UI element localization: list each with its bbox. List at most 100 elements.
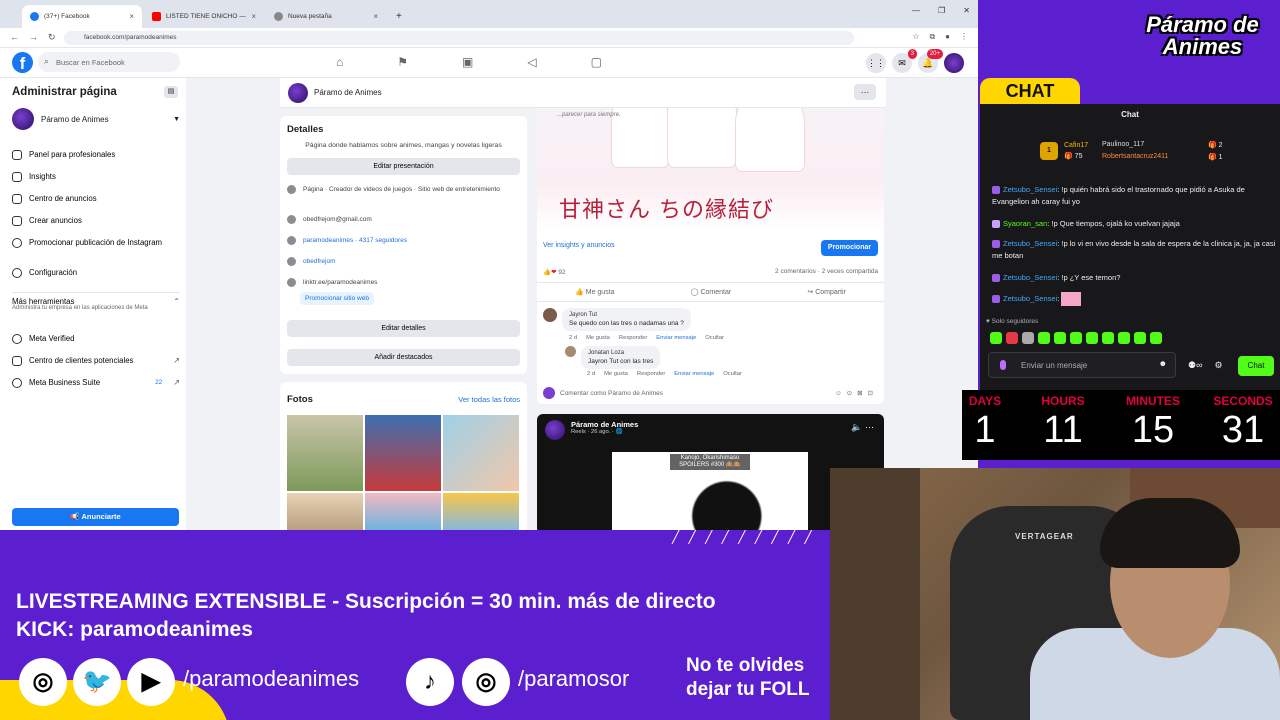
emote-icon[interactable] (1054, 332, 1066, 344)
page-selector[interactable]: Páramo de Animes ▼ (12, 108, 180, 130)
commenter-avatar[interactable] (565, 346, 576, 357)
chat-username[interactable]: Zetsubo_Sensei (1003, 185, 1057, 194)
close-icon[interactable]: × (129, 12, 134, 21)
profile-icon[interactable]: ● (945, 32, 950, 42)
share-button[interactable]: ↪ Compartir (807, 283, 846, 301)
video-icon[interactable]: ▣ (462, 55, 473, 69)
advertise-button[interactable]: 📢 Anunciarte (12, 508, 179, 526)
sidebar-item-meta-verified[interactable]: Meta Verified (12, 334, 180, 344)
more-options-icon[interactable]: … (854, 84, 876, 100)
gear-icon[interactable]: ⚙ (1215, 360, 1223, 371)
microphone-icon[interactable] (1000, 360, 1006, 370)
insights-link[interactable]: Ver insights y anuncios (543, 242, 615, 249)
facebook-logo-icon[interactable]: f (12, 52, 33, 73)
emote-icon[interactable] (1150, 332, 1162, 344)
photo-thumb[interactable] (287, 415, 363, 491)
detail-link[interactable]: linktr.ee/paramodeanimes (303, 278, 377, 287)
emote-icon[interactable] (990, 332, 1002, 344)
close-icon[interactable]: × (251, 12, 256, 21)
chat-username[interactable]: Syaoran_san (1003, 219, 1047, 228)
tab-youtube[interactable]: LISTED TIENE ONICHO — YouTube × (144, 5, 264, 28)
maximize-icon[interactable]: ❐ (938, 6, 945, 15)
comment-message-link[interactable]: Enviar mensaje (674, 371, 714, 377)
chat-message-input[interactable]: Enviar un mensaje ☻ (988, 352, 1176, 378)
sidebar-item-create-ads[interactable]: Crear anuncios (12, 216, 180, 226)
photo-thumb[interactable] (365, 415, 441, 491)
promote-button[interactable]: Promocionar (821, 240, 878, 256)
chat-send-button[interactable]: Chat (1238, 356, 1274, 376)
bookmark-icon[interactable]: ☆ (912, 32, 919, 42)
home-icon[interactable]: ⌂ (336, 55, 343, 69)
emote-icon[interactable] (1134, 332, 1146, 344)
gifter-name[interactable]: Robertsantacruz2411 (1102, 153, 1168, 160)
search-input[interactable]: ⌕ Buscar en Facebook (38, 52, 180, 72)
chat-username[interactable]: Zetsubo_Sensei (1003, 239, 1057, 248)
photo-thumb[interactable] (443, 493, 519, 530)
gifter-name[interactable]: Cafin17 (1064, 142, 1088, 149)
see-all-photos-link[interactable]: Ver todas las fotos (458, 395, 520, 404)
bell-icon[interactable]: 🔔 20+ (918, 49, 943, 73)
commenter-avatar[interactable] (543, 308, 557, 322)
emote-icon[interactable] (1006, 332, 1018, 344)
url-field[interactable]: facebook.com/paramodeanimes (64, 31, 854, 45)
comment-like-link[interactable]: Me gusta (586, 335, 610, 341)
post-image[interactable]: ...parecer para siempre. 甘神さん ちの縁結び (537, 108, 884, 232)
detail-website[interactable]: linktr.ee/paramodeanimes (287, 278, 517, 287)
photo-thumb[interactable] (443, 415, 519, 491)
photo-thumb[interactable] (287, 493, 363, 530)
comment-button[interactable]: ◯ Comentar (691, 283, 732, 301)
edit-details-button[interactable]: Editar detalles (287, 320, 520, 337)
comment-like-link[interactable]: Me gusta (604, 371, 628, 377)
comment-reply-link[interactable]: Responder (637, 371, 665, 377)
minimize-icon[interactable]: — (912, 6, 920, 15)
detail-link[interactable]: obedfrejom (303, 257, 336, 266)
comment-reply-link[interactable]: Responder (619, 335, 647, 341)
forward-icon[interactable]: → (29, 32, 38, 43)
reload-icon[interactable]: ↻ (48, 32, 56, 43)
gaming-icon[interactable]: ▢ (591, 55, 602, 69)
sidebar-item-insights[interactable]: Insights (12, 172, 180, 182)
sidebar-item-business-suite[interactable]: Meta Business Suite 22 ↗ (12, 378, 180, 388)
sidebar-item-settings[interactable]: Configuración (12, 268, 180, 278)
comment-input[interactable]: Comentar como Páramo de Animes ☺⊙⊠⊡ (543, 386, 878, 400)
tab-new[interactable]: Nueva pestaña × (266, 5, 386, 28)
comment-hide-link[interactable]: Ocultar (723, 371, 742, 377)
emote-icon[interactable] (1022, 332, 1034, 344)
photo-thumb[interactable] (365, 493, 441, 530)
megaphone-icon[interactable]: ◁ (527, 55, 536, 69)
menu-icon[interactable]: ⋮ (960, 32, 968, 42)
extensions-icon[interactable]: ⧉ (929, 32, 935, 42)
sidebar-item-panel[interactable]: Panel para profesionales (12, 150, 180, 160)
emote-icon[interactable] (1086, 332, 1098, 344)
reel-author[interactable]: Páramo de Animes (571, 420, 638, 429)
chat-username[interactable]: Zetsubo_Sensei (1003, 294, 1057, 303)
comment-hide-link[interactable]: Ocultar (705, 335, 724, 341)
new-tab-button[interactable]: + (388, 5, 404, 28)
sidebar-item-ads-center[interactable]: Centro de anuncios (12, 194, 180, 204)
viewers-icon[interactable]: ⚉∞ (1188, 360, 1203, 371)
flag-icon[interactable]: ⚑ (397, 55, 408, 69)
detail-username[interactable]: obedfrejom (287, 257, 517, 266)
reaction-count[interactable]: 92 (558, 269, 565, 276)
page-avatar[interactable] (545, 420, 565, 440)
emoji-icon[interactable]: ☻ (1159, 359, 1167, 368)
comment-tools-icon[interactable]: ☺⊙⊠⊡ (835, 389, 878, 397)
messenger-icon[interactable]: ✉ 3 (892, 49, 917, 73)
post-stats[interactable]: 2 comentarios · 2 veces compartida (775, 268, 878, 275)
promote-site-button[interactable]: Promocionar sitio web (300, 292, 374, 305)
add-featured-button[interactable]: Añadir destacados (287, 349, 520, 366)
close-icon[interactable]: × (373, 12, 378, 21)
mute-icon[interactable]: 🔈 ⋯ (851, 422, 874, 433)
emote-icon[interactable] (1102, 332, 1114, 344)
gifter-name[interactable]: Paulinoo_117 (1102, 141, 1144, 148)
emote-icon[interactable] (1038, 332, 1050, 344)
detail-instagram[interactable]: paramodeanimes · 4317 seguidores (287, 236, 517, 245)
more-tools-header[interactable]: Más herramientas ⌃ (12, 292, 180, 306)
chat-username[interactable]: Zetsubo_Sensei (1003, 273, 1057, 282)
account-avatar[interactable] (944, 53, 964, 73)
collapse-icon[interactable]: ▤ (164, 86, 178, 98)
edit-presentation-button[interactable]: Editar presentación (287, 158, 520, 175)
sidebar-item-leads[interactable]: Centro de clientes potenciales ↗ (12, 356, 180, 366)
page-avatar[interactable] (288, 83, 308, 103)
window-close-icon[interactable]: ✕ (963, 6, 970, 15)
